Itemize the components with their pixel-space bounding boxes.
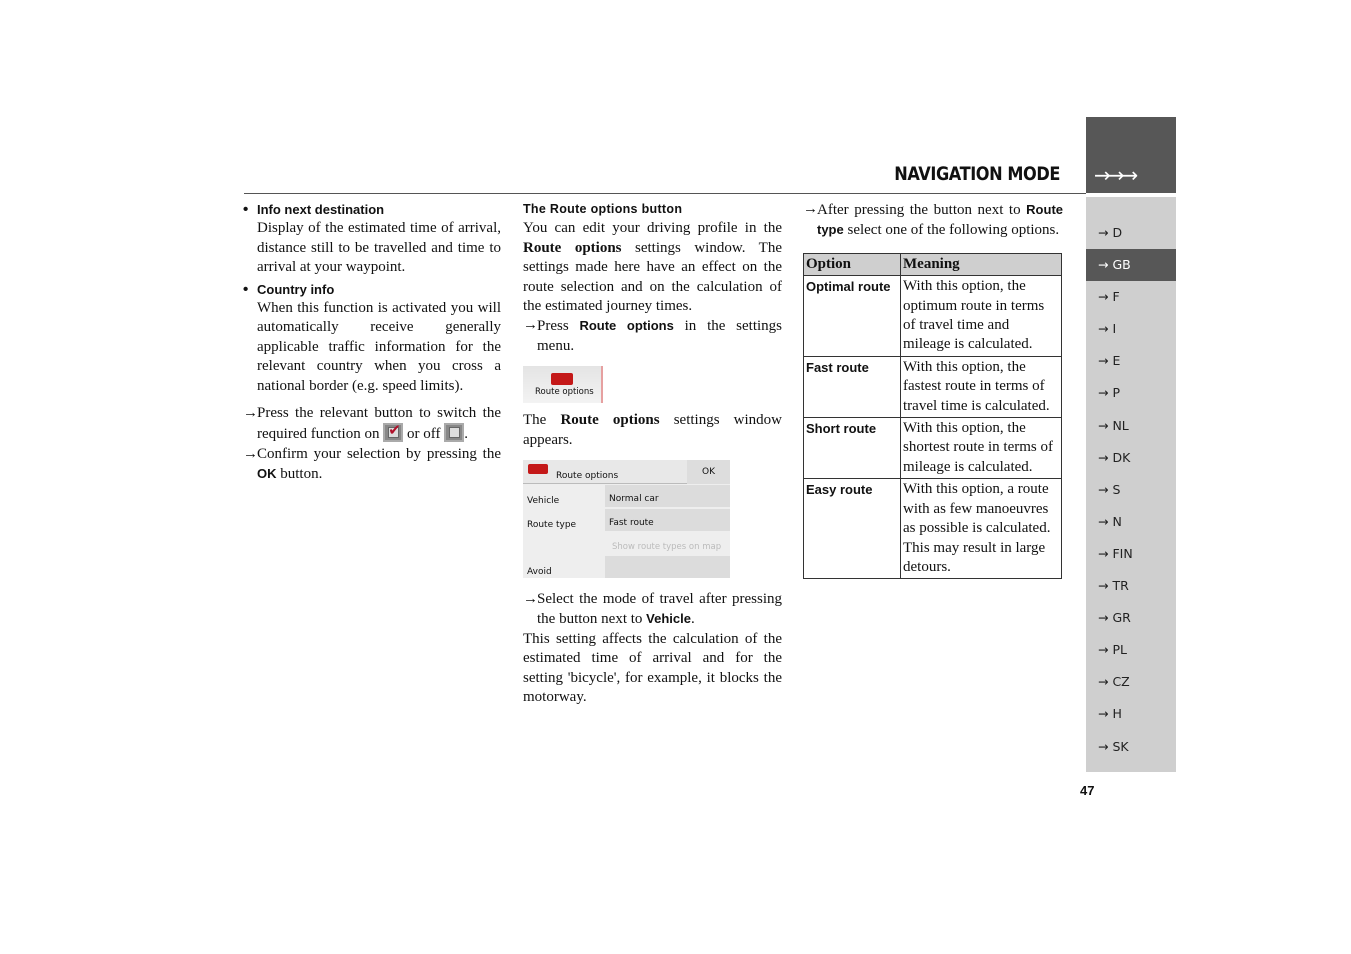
column-2: The Route options button You can edit yo… bbox=[523, 200, 782, 708]
option-cell: Short route bbox=[803, 417, 901, 480]
arrows-icon: →→→ bbox=[1094, 163, 1138, 187]
sidebar-item-language[interactable]: → H bbox=[1086, 698, 1176, 730]
paragraph: This setting affects the calculation of … bbox=[523, 630, 782, 706]
table-row: Short route With this option, the shortes… bbox=[803, 417, 1062, 480]
header-divider bbox=[244, 193, 1086, 194]
route-options-window-screenshot: Route options OK Vehicle Normal car Rout… bbox=[523, 460, 730, 579]
section-heading: The Route options button bbox=[523, 202, 683, 216]
sidebar-item-language[interactable]: → GB bbox=[1086, 249, 1176, 282]
step: → Select the mode of travel after pressin… bbox=[523, 591, 782, 628]
option-cell: Optimal route bbox=[803, 275, 901, 357]
sidebar-item-language[interactable]: → D bbox=[1086, 217, 1176, 249]
sidebar-item-language[interactable]: → I bbox=[1086, 313, 1176, 345]
bullet-title: Country info bbox=[257, 281, 335, 297]
sidebar-item-language[interactable]: → CZ bbox=[1086, 666, 1176, 698]
sidebar-item-language[interactable]: → PL bbox=[1086, 634, 1176, 666]
bullet-text: When this function is activated you will… bbox=[257, 300, 501, 394]
meaning-cell: With this option, the shortest route in … bbox=[900, 417, 1062, 480]
arrow-icon: → bbox=[523, 591, 538, 608]
sidebar-item-language[interactable]: → DK bbox=[1086, 442, 1176, 474]
step: → Confirm your selection by pressing the … bbox=[243, 445, 501, 483]
language-sidebar: → D → GB → F → I → E → P → NL → DK → S → N → FIN → … bbox=[1086, 197, 1176, 772]
chapter-tab: →→→ bbox=[1086, 117, 1176, 193]
page-title: NAVIGATION MODE bbox=[894, 163, 1060, 185]
ok-button: OK bbox=[687, 460, 730, 485]
column-3: → After pressing the button next to Route… bbox=[803, 200, 1064, 580]
meaning-cell: With this option, a route with as few ma… bbox=[900, 478, 1062, 580]
sidebar-item-language[interactable]: → SK bbox=[1086, 731, 1176, 763]
sidebar-item-language[interactable]: → FIN bbox=[1086, 538, 1176, 570]
route-options-button-image: Route options bbox=[523, 366, 603, 404]
meaning-cell: With this option, the optimum route in t… bbox=[900, 275, 1062, 357]
arrow-icon: → bbox=[243, 405, 258, 422]
option-cell: Fast route bbox=[803, 355, 901, 419]
paragraph: The Route options settings window appear… bbox=[523, 412, 783, 448]
sidebar-item-language[interactable]: → S bbox=[1086, 474, 1176, 506]
bullet-item: • Info next destination Display of the est… bbox=[243, 200, 501, 278]
route-type-table: Option Meaning Optimal route With this opt… bbox=[803, 252, 1062, 580]
column-1: • Info next destination Display of the est… bbox=[243, 200, 501, 485]
avoid-icons bbox=[605, 556, 730, 579]
table-row: Optimal route With this option, the optim… bbox=[803, 275, 1062, 357]
sidebar-item-language[interactable]: → TR bbox=[1086, 570, 1176, 602]
table-row: Easy route With this option, a route with… bbox=[803, 478, 1062, 580]
sidebar-item-language[interactable]: → GR bbox=[1086, 602, 1176, 634]
arrow-icon: → bbox=[803, 201, 818, 217]
bullet-item: • Country info When this function is activ… bbox=[243, 280, 501, 396]
step: → Press Route options in the settings men… bbox=[523, 317, 783, 354]
step: → After pressing the button next to Route… bbox=[803, 201, 1064, 239]
paragraph: You can edit your driving profile in the… bbox=[523, 220, 783, 315]
truck-icon bbox=[528, 464, 548, 475]
page-number: 47 bbox=[1080, 783, 1095, 798]
step: → Press the relevant button to switch the… bbox=[243, 404, 501, 445]
option-cell: Easy route bbox=[803, 478, 901, 580]
checkbox-on-icon bbox=[383, 422, 404, 443]
sidebar-item-language[interactable]: → P bbox=[1086, 377, 1176, 409]
sidebar-item-language[interactable]: → F bbox=[1086, 281, 1176, 313]
sidebar-item-language[interactable]: → NL bbox=[1086, 410, 1176, 442]
arrow-icon: → bbox=[523, 317, 538, 334]
bullet-text: Display of the estimated time of arrival… bbox=[257, 220, 501, 276]
meaning-cell: With this option, the fastest route in t… bbox=[900, 355, 1062, 419]
checkbox-off-icon bbox=[444, 423, 465, 443]
bullet-title: Info next destination bbox=[257, 202, 385, 217]
sidebar-item-language[interactable]: → E bbox=[1086, 345, 1176, 377]
table-row: Fast route With this option, the fastest … bbox=[803, 355, 1062, 419]
sidebar-item-language[interactable]: → N bbox=[1086, 506, 1176, 538]
arrow-icon: → bbox=[243, 445, 258, 462]
